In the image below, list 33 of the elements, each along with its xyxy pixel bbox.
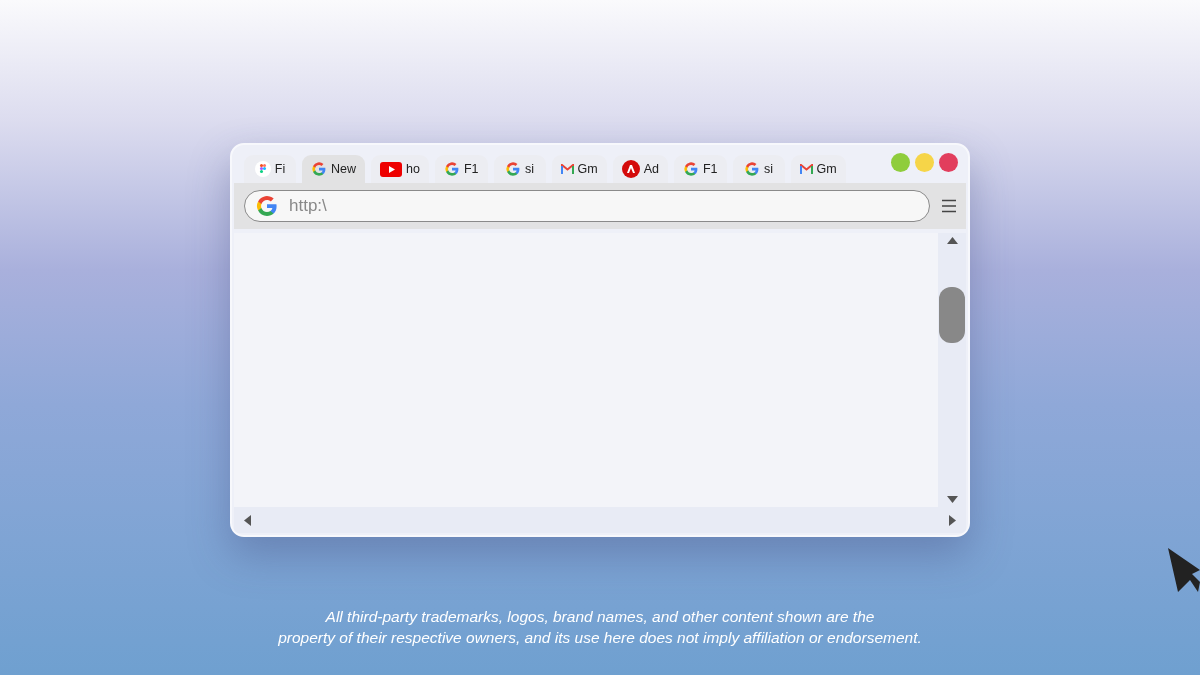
window-control-button[interactable] [939, 152, 958, 172]
g-logo-icon [682, 161, 699, 177]
adobe-logo-icon [621, 160, 640, 178]
menu-icon[interactable] [942, 199, 956, 213]
horizontal-scrollbar[interactable] [234, 507, 966, 533]
url-text: http:\ [289, 196, 327, 216]
disclaimer-text: property of their respective owners, and its use here does not imply affiliation or endorsement. [278, 628, 922, 648]
g-logo-icon [505, 161, 521, 177]
disclaimer-text: All third-party trademarks, logos, brand names, and other content shown are the [325, 607, 875, 627]
browser-tab[interactable]: ho [371, 155, 429, 183]
play-button-icon [380, 161, 402, 177]
browser-tab[interactable]: Gm [790, 155, 846, 183]
vertical-scrollbar[interactable] [938, 233, 966, 507]
m-logo-icon [799, 164, 813, 174]
down-arrow-icon[interactable] [946, 496, 958, 503]
g-logo-icon [443, 161, 460, 177]
m-logo-icon [560, 164, 574, 174]
browser-tab[interactable]: New [302, 155, 365, 183]
browser-tab[interactable]: Ad [612, 155, 668, 183]
g-logo-icon [255, 194, 279, 218]
browser-tab[interactable]: si [493, 155, 546, 183]
g-logo-icon [744, 161, 761, 177]
right-arrow-icon[interactable] [949, 514, 956, 526]
browser-tab[interactable]: F1 [673, 155, 727, 183]
left-arrow-icon[interactable] [244, 514, 251, 526]
browser-tab[interactable]: F1 [434, 155, 488, 183]
browser-tab[interactable]: si [732, 155, 785, 183]
scrollbar-thumb[interactable] [939, 287, 965, 343]
browser-tab[interactable]: Fi [244, 155, 296, 183]
browser-tab[interactable]: Gm [551, 155, 607, 183]
up-arrow-icon[interactable] [946, 237, 958, 244]
g-logo-icon [311, 161, 327, 177]
figma-logo-icon [254, 161, 271, 177]
